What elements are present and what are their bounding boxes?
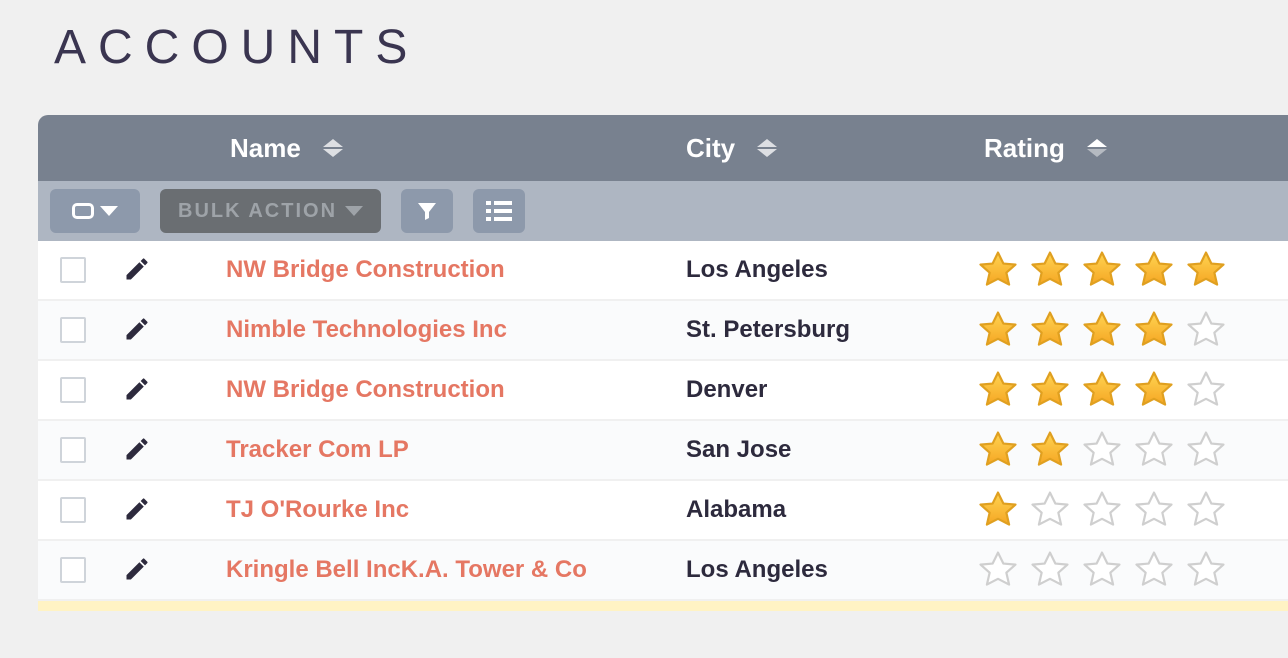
star-icon [1080, 248, 1124, 292]
edit-button[interactable] [117, 369, 157, 412]
account-name-link[interactable]: TJ O'Rourke Inc [226, 496, 409, 523]
table-row: NW Bridge Construction Denver [38, 361, 1288, 421]
account-name-link[interactable]: Nimble Technologies Inc [226, 316, 507, 343]
table-header: Name City Rating [38, 115, 1288, 181]
star-icon [976, 428, 1020, 472]
list-icon [486, 201, 512, 221]
star-icon [1184, 368, 1228, 412]
star-icon [1080, 428, 1124, 472]
star-icon [1080, 488, 1124, 532]
pencil-icon [123, 331, 151, 346]
star-icon [976, 488, 1020, 532]
select-all-dropdown[interactable] [50, 189, 140, 233]
star-icon [1184, 428, 1228, 472]
star-icon [1080, 308, 1124, 352]
filter-icon [415, 199, 439, 223]
edit-button[interactable] [117, 489, 157, 532]
star-icon [976, 248, 1020, 292]
table-row: Nimble Technologies Inc St. Petersburg [38, 301, 1288, 361]
star-icon [1184, 488, 1228, 532]
table-toolbar: BULK ACTION [38, 181, 1288, 241]
rating-stars [976, 548, 1288, 592]
rating-stars [976, 368, 1288, 412]
pencil-icon [123, 511, 151, 526]
caret-down-icon [345, 206, 363, 216]
star-icon [1132, 488, 1176, 532]
rating-stars [976, 428, 1288, 472]
star-icon [1184, 248, 1228, 292]
account-city: Alabama [686, 496, 786, 523]
row-checkbox[interactable] [60, 257, 86, 283]
star-icon [1028, 428, 1072, 472]
sort-icon [323, 139, 343, 157]
row-checkbox[interactable] [60, 497, 86, 523]
star-icon [976, 308, 1020, 352]
account-name-link[interactable]: Kringle Bell IncK.A. Tower & Co [226, 556, 587, 583]
star-icon [1028, 368, 1072, 412]
page-title: ACCOUNTS [54, 20, 1288, 75]
rating-stars [976, 248, 1288, 292]
table-row: Kringle Bell IncK.A. Tower & Co Los Ange… [38, 541, 1288, 601]
pencil-icon [123, 391, 151, 406]
row-checkbox[interactable] [60, 437, 86, 463]
star-icon [1028, 308, 1072, 352]
column-label-rating: Rating [984, 133, 1065, 164]
star-icon [976, 548, 1020, 592]
filter-button[interactable] [401, 189, 453, 233]
edit-button[interactable] [117, 309, 157, 352]
star-icon [1028, 548, 1072, 592]
column-label-name: Name [230, 133, 301, 164]
account-city: San Jose [686, 436, 791, 463]
pencil-icon [123, 271, 151, 286]
account-city: St. Petersburg [686, 316, 850, 343]
sort-icon [757, 139, 777, 157]
pencil-icon [123, 571, 151, 586]
star-icon [1184, 548, 1228, 592]
star-icon [1132, 368, 1176, 412]
sort-icon [1087, 139, 1107, 157]
star-icon [976, 368, 1020, 412]
columns-button[interactable] [473, 189, 525, 233]
row-checkbox[interactable] [60, 557, 86, 583]
star-icon [1132, 428, 1176, 472]
rating-stars [976, 308, 1288, 352]
account-city: Los Angeles [686, 556, 828, 583]
column-header-name[interactable]: Name [188, 133, 686, 164]
accounts-table: Name City Rating [38, 115, 1288, 611]
table-row: TJ O'Rourke Inc Alabama [38, 481, 1288, 541]
checkbox-outline-icon [72, 203, 94, 219]
bulk-action-button[interactable]: BULK ACTION [160, 189, 381, 233]
column-header-rating[interactable]: Rating [954, 133, 1288, 164]
star-icon [1028, 488, 1072, 532]
table-row: NW Bridge Construction Los Angeles [38, 241, 1288, 301]
table-body: NW Bridge Construction Los Angeles [38, 241, 1288, 601]
bulk-action-label: BULK ACTION [178, 200, 337, 223]
column-header-city[interactable]: City [686, 133, 954, 164]
rating-stars [976, 488, 1288, 532]
caret-down-icon [100, 206, 118, 216]
table-row: Tracker Com LP San Jose [38, 421, 1288, 481]
star-icon [1080, 548, 1124, 592]
row-checkbox[interactable] [60, 317, 86, 343]
star-icon [1080, 368, 1124, 412]
star-icon [1132, 548, 1176, 592]
star-icon [1028, 248, 1072, 292]
row-checkbox[interactable] [60, 377, 86, 403]
account-name-link[interactable]: Tracker Com LP [226, 436, 409, 463]
pencil-icon [123, 451, 151, 466]
star-icon [1132, 248, 1176, 292]
edit-button[interactable] [117, 429, 157, 472]
star-icon [1132, 308, 1176, 352]
highlight-strip [38, 601, 1288, 611]
edit-button[interactable] [117, 249, 157, 292]
account-city: Los Angeles [686, 256, 828, 283]
account-name-link[interactable]: NW Bridge Construction [226, 376, 505, 403]
edit-button[interactable] [117, 549, 157, 592]
star-icon [1184, 308, 1228, 352]
account-name-link[interactable]: NW Bridge Construction [226, 256, 505, 283]
account-city: Denver [686, 376, 767, 403]
column-label-city: City [686, 133, 735, 164]
